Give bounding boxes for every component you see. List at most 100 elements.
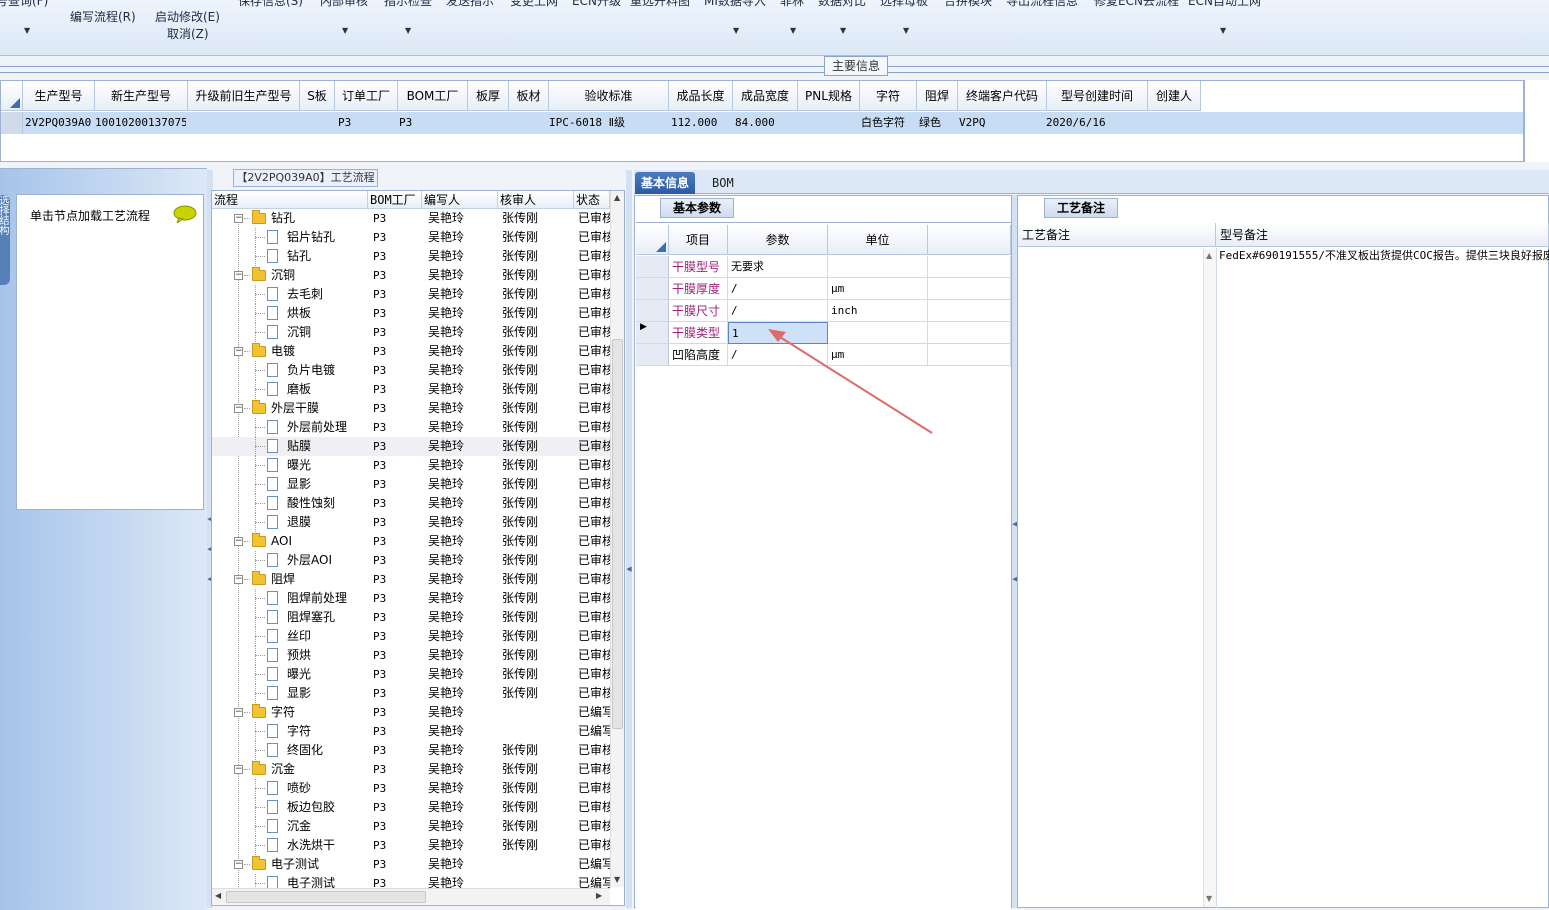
main-cell-4[interactable]: P3 bbox=[338, 112, 399, 134]
col-header-main-11[interactable]: PNL规格 bbox=[798, 81, 860, 111]
expand-minus-icon[interactable]: − bbox=[234, 765, 243, 774]
structure-vertical-tab[interactable]: 选择结构 bbox=[0, 195, 10, 285]
tree-row[interactable]: 丝印 P3 吴艳玲 张传刚 已审核 bbox=[212, 627, 610, 646]
scroll-thumb[interactable] bbox=[226, 891, 426, 903]
tree-vertical-scrollbar[interactable]: ▲ ▼ bbox=[610, 191, 624, 887]
param-cell-param[interactable]: / bbox=[728, 300, 828, 322]
col-header-main-12[interactable]: 字符 bbox=[860, 81, 917, 111]
param-cell-item[interactable]: 干膜厚度 bbox=[669, 278, 728, 300]
main-cell-5[interactable]: P3 bbox=[399, 112, 467, 134]
tree-row[interactable]: 贴膜 P3 吴艳玲 张传刚 已审核 bbox=[212, 437, 610, 456]
scroll-down-icon[interactable]: ▼ bbox=[614, 875, 620, 884]
tree-row[interactable]: 外层前处理 P3 吴艳玲 张传刚 已审核 bbox=[212, 418, 610, 437]
main-cell-7[interactable] bbox=[512, 112, 550, 134]
scroll-left-icon[interactable]: ◀ bbox=[215, 891, 221, 900]
main-cell-15[interactable]: 2020/6/16 bbox=[1046, 112, 1145, 134]
row-selector[interactable]: ▶ bbox=[636, 322, 669, 344]
tree-row[interactable]: 沉金 P3 吴艳玲 张传刚 已审核 bbox=[212, 817, 610, 836]
process-notes-tab[interactable]: 工艺备注 bbox=[1044, 198, 1118, 218]
col-header-main-15[interactable]: 型号创建时间 bbox=[1047, 81, 1148, 111]
toolbar-button-4[interactable]: 发送指示 bbox=[446, 0, 494, 9]
col-header-main-10[interactable]: 成品宽度 bbox=[733, 81, 798, 111]
tab-bom[interactable]: BOM bbox=[706, 172, 740, 194]
toolbar-button-15[interactable]: ECN自动上网 bbox=[1188, 0, 1261, 9]
tree-row[interactable]: 水洗烘干 P3 吴艳玲 张传刚 已审核 bbox=[212, 836, 610, 855]
chevron-down-icon[interactable]: ▼ bbox=[733, 26, 739, 35]
start-edit-button[interactable]: 启动修改(E) bbox=[155, 8, 220, 25]
param-cell-item[interactable]: 干膜型号 bbox=[669, 256, 728, 278]
tree-row[interactable]: 曝光 P3 吴艳玲 张传刚 已审核 bbox=[212, 456, 610, 475]
tree-row[interactable]: 外层AOI P3 吴艳玲 张传刚 已审核 bbox=[212, 551, 610, 570]
tree-col-header-4[interactable]: 状态 bbox=[574, 191, 610, 209]
toolbar-button-12[interactable]: 合拼模块 bbox=[944, 0, 992, 9]
grid-corner[interactable] bbox=[636, 225, 669, 255]
toolbar-button-11[interactable]: 选择母板 bbox=[880, 0, 928, 9]
param-cell-unit[interactable] bbox=[828, 256, 928, 278]
main-cell-1[interactable]: 10010200137075 bbox=[95, 112, 186, 134]
col-header-main-13[interactable]: 阻焊 bbox=[917, 81, 958, 111]
main-cell-2[interactable] bbox=[191, 112, 301, 134]
scroll-right-icon[interactable]: ▶ bbox=[596, 891, 602, 900]
model-note-text[interactable]: FedEx#690191555/不准叉板出货提供COC报告。提供三块良好报废板 bbox=[1219, 248, 1549, 264]
col-header-main-16[interactable]: 创建人 bbox=[1148, 81, 1201, 111]
tree-row[interactable]: − 沉铜 P3 吴艳玲 张传刚 已审核 bbox=[212, 266, 610, 285]
param-cell-param[interactable]: / bbox=[728, 278, 828, 300]
tree-row[interactable]: 烘板 P3 吴艳玲 张传刚 已审核 bbox=[212, 304, 610, 323]
param-cell-unit[interactable]: inch bbox=[828, 300, 928, 322]
tree-row[interactable]: 负片电镀 P3 吴艳玲 张传刚 已审核 bbox=[212, 361, 610, 380]
param-cell-item[interactable]: 干膜类型 bbox=[669, 322, 728, 344]
tree-row[interactable]: 板边包胶 P3 吴艳玲 张传刚 已审核 bbox=[212, 798, 610, 817]
tree-col-header-2[interactable]: 编写人 bbox=[422, 191, 498, 209]
row-selector[interactable] bbox=[636, 344, 669, 366]
main-cell-6[interactable] bbox=[471, 112, 510, 134]
param-cell-item[interactable]: 凹陷高度 bbox=[669, 344, 728, 366]
row-selector[interactable] bbox=[1, 112, 23, 134]
tree-row[interactable]: − 电镀 P3 吴艳玲 张传刚 已审核 bbox=[212, 342, 610, 361]
col-header-main-2[interactable]: 升级前旧生产型号 bbox=[188, 81, 300, 111]
main-cell-10[interactable]: 84.000 bbox=[735, 112, 798, 134]
tree-row[interactable]: 阻焊前处理 P3 吴艳玲 张传刚 已审核 bbox=[212, 589, 610, 608]
chevron-down-icon[interactable]: ▼ bbox=[342, 26, 348, 35]
tree-row[interactable]: − 钻孔 P3 吴艳玲 张传刚 已审核 bbox=[212, 209, 610, 228]
toolbar-button-8[interactable]: MI数据导入 bbox=[704, 0, 766, 9]
expand-minus-icon[interactable]: − bbox=[234, 575, 243, 584]
tree-row[interactable]: 铝片钻孔 P3 吴艳玲 张传刚 已审核 bbox=[212, 228, 610, 247]
col-header-main-9[interactable]: 成品长度 bbox=[669, 81, 733, 111]
chat-bubble-icon[interactable] bbox=[173, 205, 197, 223]
col-header-param[interactable]: 参数 bbox=[728, 225, 828, 255]
chevron-down-icon[interactable]: ▼ bbox=[24, 26, 30, 35]
main-cell-11[interactable] bbox=[801, 112, 861, 134]
toolbar-button-10[interactable]: 数据对比 bbox=[818, 0, 866, 9]
col-header-main-14[interactable]: 终端客户代码 bbox=[958, 81, 1047, 111]
tree-col-header-1[interactable]: BOM工厂 bbox=[368, 191, 422, 209]
col-header-main-4[interactable]: 订单工厂 bbox=[335, 81, 398, 111]
tree-row[interactable]: 沉铜 P3 吴艳玲 张传刚 已审核 bbox=[212, 323, 610, 342]
tree-row[interactable]: 退膜 P3 吴艳玲 张传刚 已审核 bbox=[212, 513, 610, 532]
toolbar-button-1[interactable]: 保存信息(S) bbox=[238, 0, 303, 9]
expand-minus-icon[interactable]: − bbox=[234, 708, 243, 717]
col-header-main-6[interactable]: 板厚 bbox=[468, 81, 509, 111]
main-info-title[interactable]: 主要信息 bbox=[824, 56, 888, 76]
tree-row[interactable]: − AOI P3 吴艳玲 张传刚 已审核 bbox=[212, 532, 610, 551]
tree-row[interactable]: 预烘 P3 吴艳玲 张传刚 已审核 bbox=[212, 646, 610, 665]
tree-row[interactable]: − 外层干膜 P3 吴艳玲 张传刚 已审核 bbox=[212, 399, 610, 418]
tree-row[interactable]: 磨板 P3 吴艳玲 张传刚 已审核 bbox=[212, 380, 610, 399]
main-cell-14[interactable]: V2PQ bbox=[959, 112, 1046, 134]
tree-row[interactable]: 酸性蚀刻 P3 吴艳玲 张传刚 已审核 bbox=[212, 494, 610, 513]
scroll-up-icon[interactable]: ▲ bbox=[614, 193, 620, 202]
cancel-button[interactable]: 取消(Z) bbox=[167, 25, 209, 42]
tree-row[interactable]: − 字符 P3 吴艳玲 已编写 bbox=[212, 703, 610, 722]
expand-minus-icon[interactable]: − bbox=[234, 860, 243, 869]
tree-row[interactable]: − 沉金 P3 吴艳玲 张传刚 已审核 bbox=[212, 760, 610, 779]
row-selector[interactable] bbox=[636, 256, 669, 278]
main-cell-9[interactable]: 112.000 bbox=[671, 112, 733, 134]
row-selector[interactable] bbox=[636, 278, 669, 300]
main-cell-12[interactable]: 白色字符 bbox=[861, 112, 916, 134]
edit-flow-button[interactable]: 编写流程(R) bbox=[70, 8, 136, 25]
row-selector[interactable] bbox=[636, 300, 669, 322]
main-cell-3[interactable] bbox=[303, 112, 336, 134]
col-header-item[interactable]: 项目 bbox=[669, 225, 728, 255]
tree-row[interactable]: 喷砂 P3 吴艳玲 张传刚 已审核 bbox=[212, 779, 610, 798]
toolbar-button-2[interactable]: 内部审核 bbox=[320, 0, 368, 9]
toolbar-button-0[interactable]: 号查询(F) bbox=[0, 0, 48, 9]
